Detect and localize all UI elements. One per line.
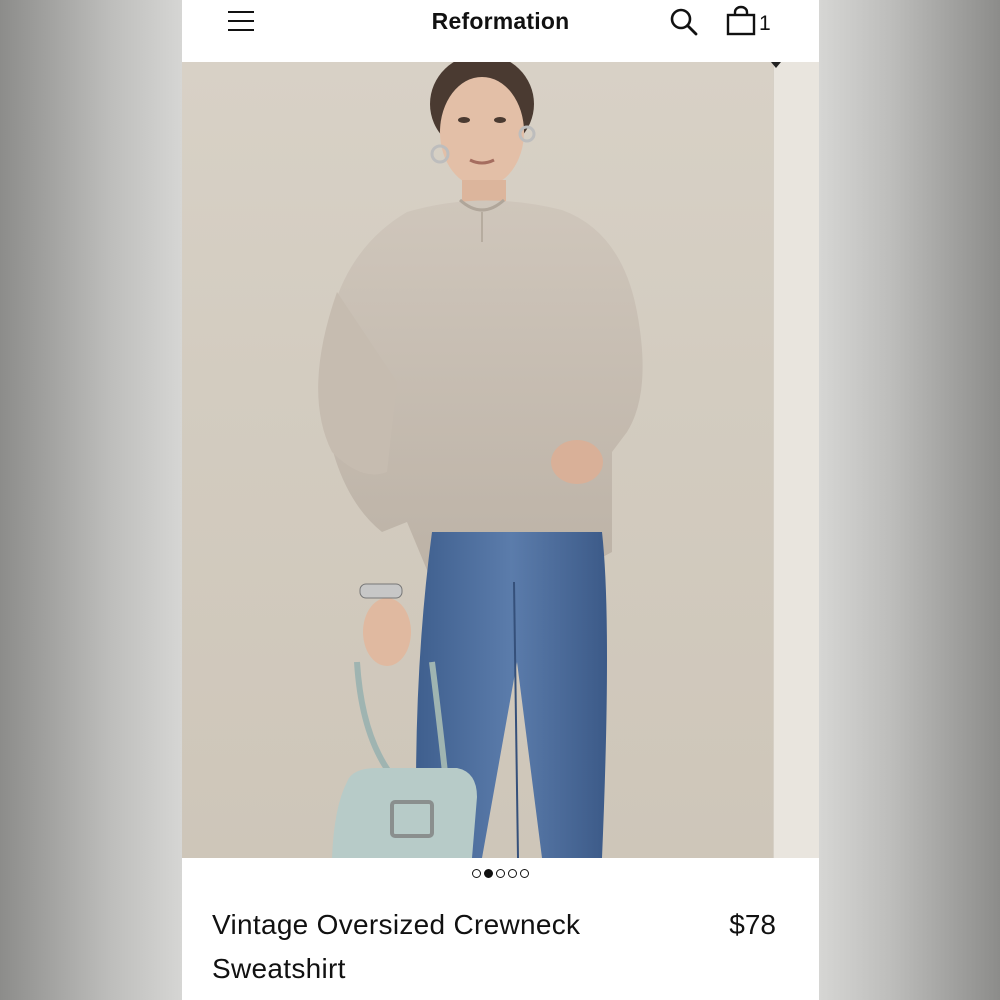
next-image-preview[interactable] [771, 62, 819, 858]
phone-screen: Reformation 1 Vintage Oversized Crewneck… [182, 0, 819, 1000]
product-title: Vintage Oversized Crewneck Sweatshirt [212, 909, 581, 984]
cart-count: 1 [759, 12, 771, 35]
brand-logo[interactable]: Reformation [182, 8, 819, 35]
backdrop-left [0, 0, 182, 1000]
carousel-dot[interactable] [508, 869, 517, 878]
product-price: $78 [729, 909, 776, 940]
carousel-dot[interactable] [496, 869, 505, 878]
carousel-dots [182, 869, 819, 878]
carousel-dot[interactable] [520, 869, 529, 878]
search-icon[interactable] [668, 6, 700, 38]
cart-button[interactable]: 1 [725, 5, 785, 39]
model-photo [318, 62, 643, 858]
shopping-bag-icon [726, 5, 756, 36]
product-image[interactable] [182, 62, 819, 858]
backdrop-right [819, 0, 1000, 1000]
carousel-dot-active[interactable] [484, 869, 493, 878]
carousel-dot[interactable] [472, 869, 481, 878]
top-nav-bar: Reformation 1 [182, 0, 819, 62]
